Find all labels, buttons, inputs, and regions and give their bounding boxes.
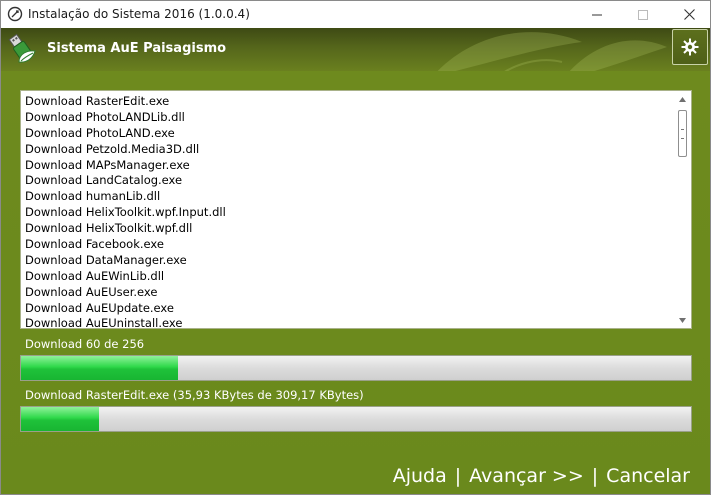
close-icon <box>683 9 695 20</box>
list-item: Download PhotoLANDLib.dll <box>25 109 185 124</box>
caret-down-icon <box>679 317 686 323</box>
list-scrollbar[interactable] <box>674 91 691 328</box>
scroll-down-button[interactable] <box>677 315 688 325</box>
next-link[interactable]: Avançar >> <box>469 465 584 487</box>
list-item: Download AuEWinLib.dll <box>25 268 165 283</box>
list-item: Download RasterEdit.exe <box>25 94 170 108</box>
overall-progress-label: Download 60 de 256 <box>25 337 145 351</box>
window-title: Instalação do Sistema 2016 (1.0.0.4) <box>28 7 250 21</box>
list-item: Download Facebook.exe <box>25 237 164 252</box>
header-title: Sistema AuE Paisagismo <box>47 41 227 56</box>
list-item: Download HelixToolkit.wpf.dll <box>25 221 193 236</box>
file-progress-fill <box>21 407 99 431</box>
installer-window: Instalação do Sistema 2016 (1.0.0.4) Sis… <box>0 0 711 495</box>
list-item: Download LandCatalog.exe <box>25 173 183 188</box>
scroll-thumb[interactable] <box>678 110 687 157</box>
list-item: Download AuEUninstall.exe <box>25 316 183 329</box>
installer-body: Sistema AuE Paisagismo Download RasterEd… <box>1 28 710 494</box>
minimize-icon <box>592 14 602 15</box>
list-item: Download PhotoLAND.exe <box>25 125 175 140</box>
maximize-button[interactable] <box>620 1 666 28</box>
list-item: Download humanLib.dll <box>25 189 161 204</box>
settings-button[interactable] <box>672 29 708 65</box>
list-item: Download HelixToolkit.wpf.Input.dll <box>25 205 226 220</box>
leaf-decoration <box>437 32 667 71</box>
maximize-icon <box>638 9 648 20</box>
list-item: Download AuEUpdate.exe <box>25 300 174 315</box>
list-item: Download Petzold.Media3D.dll <box>25 141 200 156</box>
close-button[interactable] <box>666 1 710 28</box>
file-progress-bar <box>20 406 692 432</box>
list-item: Download MAPsManager.exe <box>25 157 190 172</box>
separator: | <box>454 465 462 487</box>
overall-progress-bar <box>20 355 692 381</box>
list-item: Download DataManager.exe <box>25 252 187 267</box>
download-list-items: Download RasterEdit.exe Download PhotoLAN… <box>25 94 675 329</box>
list-item: Download AuEUser.exe <box>25 284 158 299</box>
footer-nav: Ajuda | Avançar >> | Cancelar <box>393 465 690 487</box>
file-progress-label: Download RasterEdit.exe (35,93 KBytes de… <box>25 388 364 402</box>
caret-up-icon <box>679 96 686 102</box>
minimize-button[interactable] <box>574 1 620 28</box>
separator: | <box>591 465 599 487</box>
scroll-up-button[interactable] <box>677 94 688 104</box>
help-link[interactable]: Ajuda <box>393 465 447 487</box>
app-icon <box>7 6 23 22</box>
gear-icon <box>681 38 699 56</box>
cancel-link[interactable]: Cancelar <box>606 465 690 487</box>
header-banner: Sistema AuE Paisagismo <box>1 28 710 71</box>
overall-progress-fill <box>21 356 178 380</box>
usb-leaf-icon <box>8 33 36 63</box>
title-bar[interactable]: Instalação do Sistema 2016 (1.0.0.4) <box>1 1 710 28</box>
download-list[interactable]: Download RasterEdit.exe Download PhotoLAN… <box>20 90 692 329</box>
